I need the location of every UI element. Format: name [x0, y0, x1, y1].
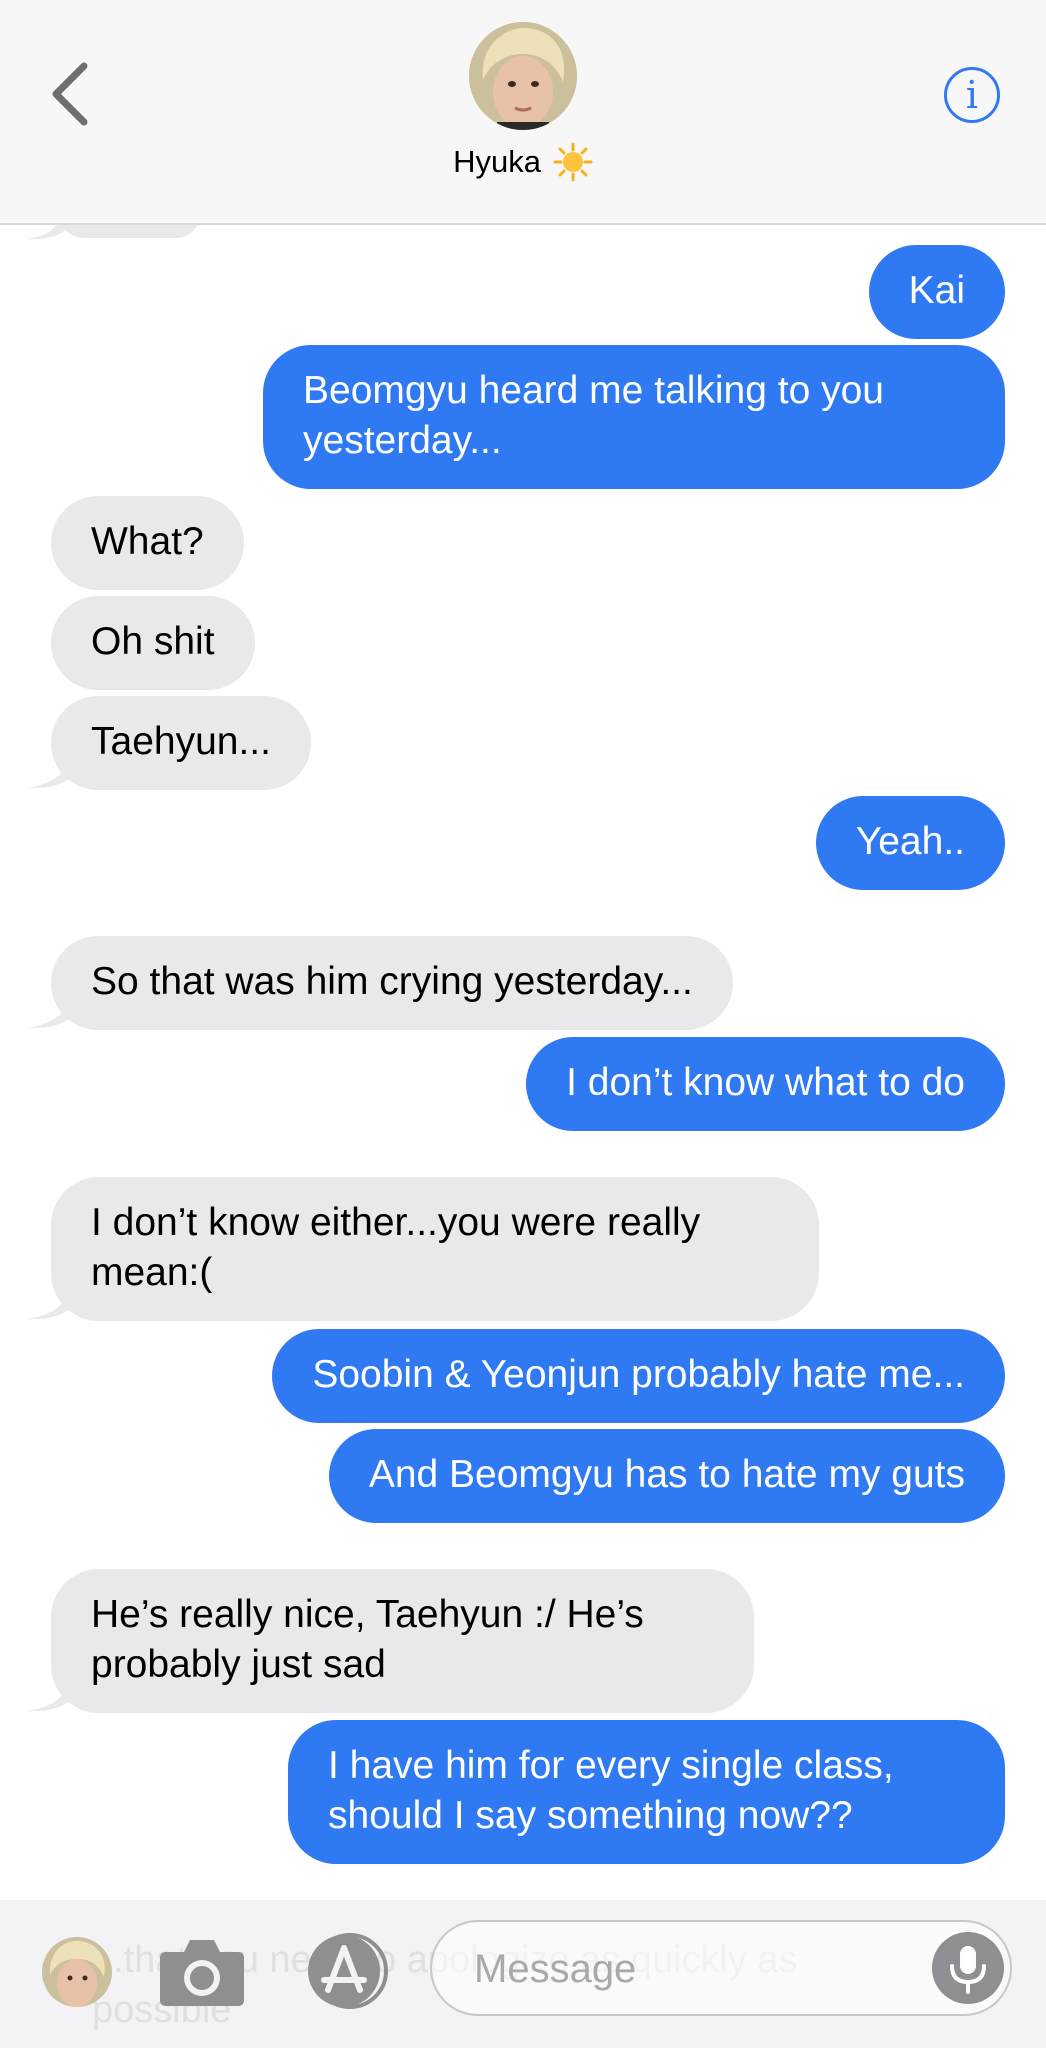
message-bubble-sent[interactable]: Beomgyu heard me talking to you yesterda…: [263, 345, 1005, 489]
message-bubble-received[interactable]: I don’t know either...you were really me…: [51, 1177, 819, 1321]
message-bubble-sent[interactable]: And Beomgyu has to hate my guts: [328, 1429, 1005, 1523]
message-bubble-received[interactable]: Oh shit: [51, 596, 255, 690]
message-bubble-sent[interactable]: Yeah..: [815, 796, 1005, 890]
message-bubble-received[interactable]: So that was him crying yesterday...: [51, 936, 733, 1030]
bubble-tail: [27, 1000, 71, 1029]
camera-icon[interactable]: [158, 1934, 246, 2008]
message-bubble-sent[interactable]: I don’t know what to do: [526, 1037, 1005, 1131]
dictation-button[interactable]: [932, 1932, 1004, 2004]
back-button[interactable]: [44, 58, 100, 130]
back-chevron-icon[interactable]: [44, 58, 100, 130]
sun-emoji-icon: [553, 142, 593, 182]
camera-button[interactable]: [158, 1934, 246, 2008]
bubble-tail: [27, 1291, 71, 1320]
message-input[interactable]: [472, 1940, 916, 1998]
bubble-tail: [27, 760, 71, 789]
message-input-field[interactable]: [430, 1920, 1012, 2016]
message-bubble-sent[interactable]: I have him for every single class, shoul…: [288, 1720, 1005, 1864]
app-store-icon[interactable]: [298, 1932, 394, 2010]
contact-name-row[interactable]: Hyuka: [0, 140, 1046, 184]
message-bubble-sent[interactable]: Soobin & Yeonjun probably hate me...: [272, 1329, 1005, 1423]
info-button[interactable]: i: [944, 67, 1000, 123]
contact-name[interactable]: Hyuka: [453, 144, 541, 180]
message-bubble-received[interactable]: He’s really nice, Taehyun :/ He’s probab…: [51, 1569, 754, 1713]
memoji-avatar-button[interactable]: [42, 1937, 112, 2007]
conversation-header: Hyuka i: [0, 0, 1046, 225]
microphone-icon[interactable]: [932, 1932, 1004, 2004]
app-store-button[interactable]: [298, 1932, 394, 2010]
message-bubble-received[interactable]: Taehyun...: [51, 696, 311, 790]
message-bubble-sent[interactable]: Kai: [868, 245, 1005, 339]
bubble-tail: [27, 1683, 71, 1712]
contact-avatar[interactable]: [469, 22, 577, 130]
message-bubble-received[interactable]: What?: [51, 496, 244, 590]
message-thread[interactable]: Kai Beomgyu heard me talking to you yest…: [0, 0, 1046, 1900]
info-icon[interactable]: i: [966, 73, 978, 117]
